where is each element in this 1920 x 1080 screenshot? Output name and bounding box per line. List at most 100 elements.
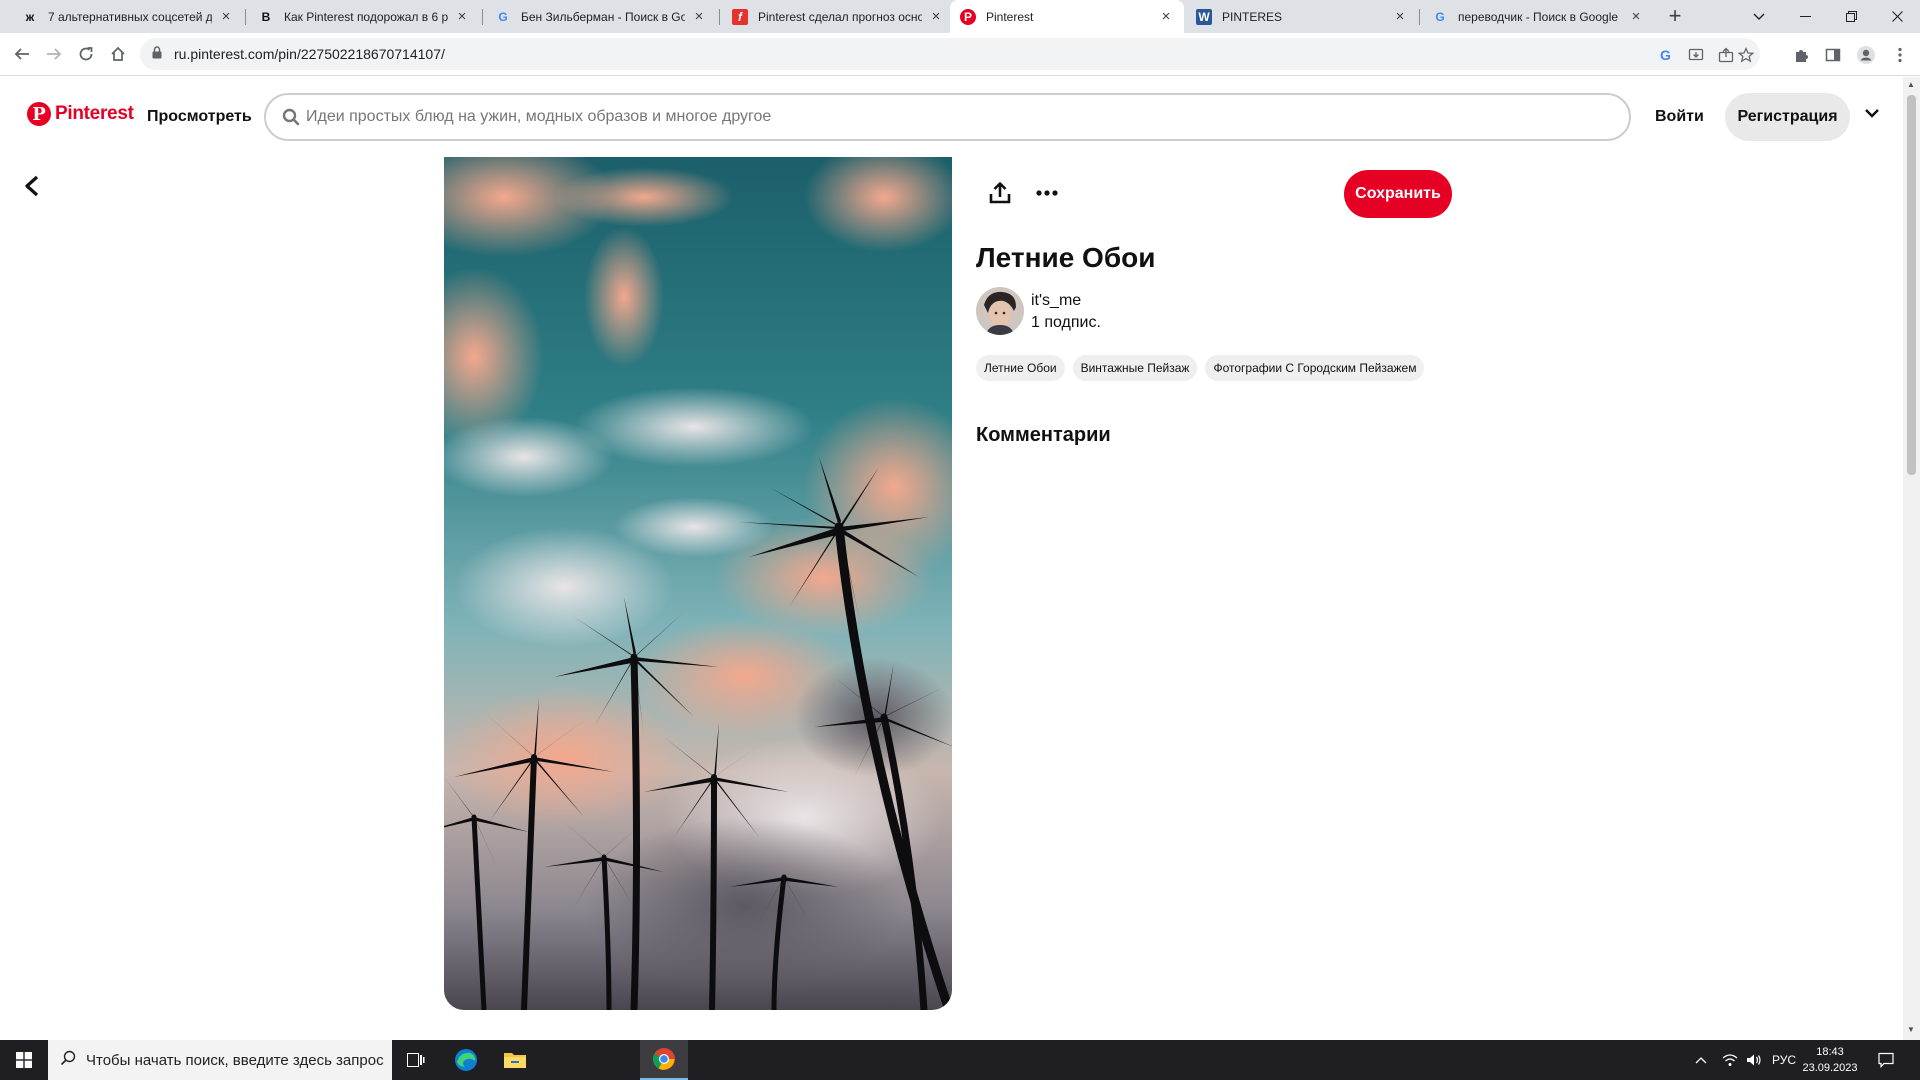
close-tab-icon[interactable]: × [691, 8, 707, 25]
browser-tab-active[interactable]: P Pinterest × [950, 0, 1184, 33]
new-tab-button[interactable]: + [1662, 4, 1688, 30]
close-tab-icon[interactable]: × [1158, 8, 1174, 25]
login-button[interactable]: Войти [1655, 108, 1704, 126]
chrome-browser-icon[interactable] [640, 1040, 688, 1080]
browser-toolbar: ru.pinterest.com/pin/227502218670714107/… [0, 33, 1920, 76]
search-input[interactable] [306, 105, 1606, 129]
browser-tab[interactable]: G переводчик - Поиск в Google × [1422, 0, 1654, 33]
bookmark-star-icon[interactable] [1736, 45, 1756, 65]
clock-date: 23.09.2023 [1802, 1062, 1858, 1074]
address-bar[interactable]: ru.pinterest.com/pin/227502218670714107/… [140, 38, 1760, 70]
tag-chip[interactable]: Летние Обои [976, 355, 1065, 381]
google-favicon-icon: G [1435, 9, 1445, 24]
pinterest-header: P Pinterest Просмотреть Войти Регистраци… [0, 77, 1900, 157]
extensions-puzzle-icon[interactable] [1791, 44, 1813, 66]
clock-time: 18:43 [1816, 1046, 1844, 1058]
site-favicon-icon: ж [25, 9, 35, 24]
profile-avatar-icon[interactable] [1855, 44, 1877, 66]
search-bar[interactable] [264, 93, 1631, 141]
lock-icon[interactable] [152, 46, 162, 64]
tag-chip[interactable]: Винтажные Пейзаж [1072, 355, 1198, 381]
close-window-icon[interactable] [1874, 0, 1920, 33]
forward-arrow-icon[interactable] [40, 40, 68, 68]
volume-icon[interactable] [1746, 1040, 1762, 1080]
browser-tab[interactable]: f Pinterest сделал прогноз основ × [722, 0, 954, 33]
pinterest-favicon-icon: P [960, 8, 976, 25]
taskbar-clock[interactable]: 18:43 23.09.2023 [1795, 1044, 1865, 1076]
tab-separator [245, 9, 246, 25]
site-favicon-icon: f [732, 8, 748, 25]
author-name[interactable]: it's_me [1031, 292, 1081, 310]
browser-tab-strip: ж 7 альтернативных соцсетей для × B Как … [0, 0, 1920, 33]
google-lens-icon[interactable]: G [1656, 45, 1676, 65]
scrollbar-thumb[interactable] [1907, 95, 1916, 475]
tab-separator [719, 9, 720, 25]
browser-tab[interactable]: ж 7 альтернативных соцсетей для × [12, 0, 244, 33]
tab-title: переводчик - Поиск в Google [1458, 9, 1619, 24]
word-favicon-icon: W [1196, 8, 1212, 25]
tab-separator [482, 9, 483, 25]
tab-title: 7 альтернативных соцсетей для [48, 9, 212, 24]
notifications-icon[interactable] [1878, 1040, 1894, 1080]
edge-browser-icon[interactable] [442, 1040, 490, 1080]
close-tab-icon[interactable]: × [1628, 8, 1644, 25]
browser-tab[interactable]: G Бен Зильберман - Поиск в Google × [485, 0, 717, 33]
tag-chip[interactable]: Фотографии С Городским Пейзажем [1205, 355, 1425, 381]
pinterest-logo[interactable]: P Pinterest [27, 102, 134, 126]
close-tab-icon[interactable]: × [454, 8, 470, 25]
close-tab-icon[interactable]: × [218, 8, 234, 25]
tab-title: Pinterest [986, 9, 1034, 24]
search-icon [60, 1050, 76, 1071]
svg-text:G: G [1660, 47, 1671, 63]
scroll-down-arrow-icon[interactable]: ▼ [1907, 1025, 1915, 1034]
comments-heading: Комментарии [976, 424, 1111, 446]
save-pin-button[interactable]: Сохранить [1344, 170, 1452, 218]
share-page-icon[interactable] [1716, 45, 1736, 65]
minimize-window-icon[interactable] [1782, 0, 1828, 33]
task-view-icon[interactable] [392, 1040, 440, 1080]
wifi-icon[interactable] [1722, 1040, 1738, 1080]
signup-button[interactable]: Регистрация [1725, 93, 1850, 141]
chevron-down-icon[interactable] [1864, 105, 1880, 126]
taskbar-search-box[interactable]: Чтобы начать поиск, введите здесь запрос [48, 1040, 392, 1080]
browser-tab[interactable]: W PINTERES × [1186, 0, 1418, 33]
side-panel-icon[interactable] [1822, 44, 1844, 66]
tab-title: Бен Зильберман - Поиск в Google [521, 9, 685, 24]
browser-tab[interactable]: B Как Pinterest подорожал в 6 раз × [248, 0, 480, 33]
home-icon[interactable] [104, 40, 132, 68]
install-app-icon[interactable] [1686, 45, 1706, 65]
site-favicon-icon: B [261, 9, 271, 24]
follower-count: 1 подпис. [1031, 314, 1101, 331]
tab-title: Как Pinterest подорожал в 6 раз [284, 9, 448, 24]
tab-title: PINTERES [1222, 9, 1283, 24]
back-arrow-icon[interactable] [8, 40, 36, 68]
close-tab-icon[interactable]: × [928, 8, 944, 25]
pin-title: Летние Обои [976, 242, 1156, 273]
scroll-up-arrow-icon[interactable]: ▲ [1907, 80, 1915, 89]
author-avatar[interactable] [976, 287, 1024, 335]
windows-taskbar: Чтобы начать поиск, введите здесь запрос… [0, 1040, 1920, 1080]
close-tab-icon[interactable]: × [1392, 8, 1408, 25]
url-text: ru.pinterest.com/pin/227502218670714107/ [174, 46, 445, 62]
explore-link[interactable]: Просмотреть [147, 108, 252, 126]
tab-title: Pinterest сделал прогноз основ [758, 9, 922, 24]
pin-tags: Летние Обои Винтажные Пейзаж Фотографии … [976, 355, 1425, 381]
browser-menu-icon[interactable] [1889, 44, 1911, 66]
search-icon [282, 108, 300, 131]
page-scrollbar[interactable]: ▲ ▼ [1903, 77, 1920, 1040]
file-explorer-icon[interactable] [491, 1040, 539, 1080]
show-hidden-icons-chevron[interactable] [1695, 1040, 1707, 1080]
tab-separator [1419, 9, 1420, 25]
back-chevron-icon[interactable] [16, 170, 48, 202]
google-favicon-icon: G [498, 9, 508, 24]
tab-search-icon[interactable] [1736, 0, 1782, 33]
reload-icon[interactable] [72, 40, 100, 68]
taskbar-search-placeholder: Чтобы начать поиск, введите здесь запрос [86, 1051, 384, 1069]
more-options-icon[interactable] [1031, 178, 1063, 208]
pinterest-logo-icon: P [27, 102, 51, 126]
windows-start-icon[interactable] [0, 1040, 48, 1080]
pin-image-palm-trees[interactable] [444, 157, 952, 1010]
share-upload-icon[interactable] [985, 178, 1015, 208]
restore-window-icon[interactable] [1828, 0, 1874, 33]
input-language-indicator[interactable]: РУС [1772, 1040, 1796, 1080]
